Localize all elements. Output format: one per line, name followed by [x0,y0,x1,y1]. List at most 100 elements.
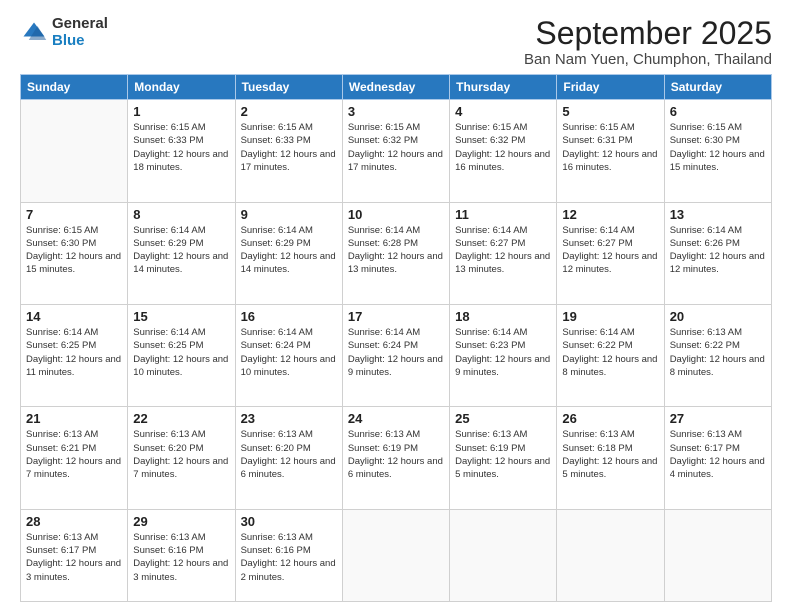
day-info: Sunrise: 6:13 AMSunset: 6:17 PMDaylight:… [26,531,122,584]
col-friday: Friday [557,75,664,100]
table-row: 14 Sunrise: 6:14 AMSunset: 6:25 PMDaylig… [21,305,128,407]
table-row: 7 Sunrise: 6:15 AMSunset: 6:30 PMDayligh… [21,202,128,304]
table-row: 17 Sunrise: 6:14 AMSunset: 6:24 PMDaylig… [342,305,449,407]
title-month: September 2025 [524,16,772,51]
table-row: 10 Sunrise: 6:14 AMSunset: 6:28 PMDaylig… [342,202,449,304]
day-info: Sunrise: 6:13 AMSunset: 6:21 PMDaylight:… [26,428,122,481]
day-number: 6 [670,104,766,119]
table-row: 3 Sunrise: 6:15 AMSunset: 6:32 PMDayligh… [342,100,449,202]
col-monday: Monday [128,75,235,100]
day-number: 16 [241,309,337,324]
day-number: 27 [670,411,766,426]
table-row: 6 Sunrise: 6:15 AMSunset: 6:30 PMDayligh… [664,100,771,202]
day-number: 23 [241,411,337,426]
table-row: 18 Sunrise: 6:14 AMSunset: 6:23 PMDaylig… [450,305,557,407]
table-row: 27 Sunrise: 6:13 AMSunset: 6:17 PMDaylig… [664,407,771,509]
day-info: Sunrise: 6:14 AMSunset: 6:25 PMDaylight:… [133,326,229,379]
day-info: Sunrise: 6:14 AMSunset: 6:28 PMDaylight:… [348,224,444,277]
logo-general: General [52,16,108,33]
table-row: 19 Sunrise: 6:14 AMSunset: 6:22 PMDaylig… [557,305,664,407]
title-location: Ban Nam Yuen, Chumphon, Thailand [524,51,772,68]
day-number: 25 [455,411,551,426]
logo-blue: Blue [52,33,108,50]
day-number: 5 [562,104,658,119]
day-info: Sunrise: 6:13 AMSunset: 6:20 PMDaylight:… [133,428,229,481]
table-row: 5 Sunrise: 6:15 AMSunset: 6:31 PMDayligh… [557,100,664,202]
table-row: 22 Sunrise: 6:13 AMSunset: 6:20 PMDaylig… [128,407,235,509]
table-row [342,509,449,601]
page: General Blue September 2025 Ban Nam Yuen… [0,0,792,612]
day-info: Sunrise: 6:15 AMSunset: 6:31 PMDaylight:… [562,121,658,174]
table-row: 12 Sunrise: 6:14 AMSunset: 6:27 PMDaylig… [557,202,664,304]
day-info: Sunrise: 6:14 AMSunset: 6:24 PMDaylight:… [348,326,444,379]
table-row: 2 Sunrise: 6:15 AMSunset: 6:33 PMDayligh… [235,100,342,202]
logo: General Blue [20,16,108,49]
day-number: 2 [241,104,337,119]
day-number: 18 [455,309,551,324]
day-number: 9 [241,207,337,222]
logo-text: General Blue [52,16,108,49]
calendar-table: Sunday Monday Tuesday Wednesday Thursday… [20,74,772,602]
day-info: Sunrise: 6:15 AMSunset: 6:30 PMDaylight:… [26,224,122,277]
table-row [664,509,771,601]
day-info: Sunrise: 6:13 AMSunset: 6:20 PMDaylight:… [241,428,337,481]
day-info: Sunrise: 6:15 AMSunset: 6:32 PMDaylight:… [455,121,551,174]
col-saturday: Saturday [664,75,771,100]
day-info: Sunrise: 6:13 AMSunset: 6:16 PMDaylight:… [133,531,229,584]
day-number: 1 [133,104,229,119]
day-info: Sunrise: 6:14 AMSunset: 6:23 PMDaylight:… [455,326,551,379]
day-number: 14 [26,309,122,324]
table-row: 4 Sunrise: 6:15 AMSunset: 6:32 PMDayligh… [450,100,557,202]
day-info: Sunrise: 6:14 AMSunset: 6:24 PMDaylight:… [241,326,337,379]
day-number: 15 [133,309,229,324]
table-row: 21 Sunrise: 6:13 AMSunset: 6:21 PMDaylig… [21,407,128,509]
day-info: Sunrise: 6:14 AMSunset: 6:25 PMDaylight:… [26,326,122,379]
day-info: Sunrise: 6:14 AMSunset: 6:29 PMDaylight:… [241,224,337,277]
table-row: 30 Sunrise: 6:13 AMSunset: 6:16 PMDaylig… [235,509,342,601]
table-row [21,100,128,202]
table-row: 13 Sunrise: 6:14 AMSunset: 6:26 PMDaylig… [664,202,771,304]
day-info: Sunrise: 6:13 AMSunset: 6:22 PMDaylight:… [670,326,766,379]
table-row: 8 Sunrise: 6:14 AMSunset: 6:29 PMDayligh… [128,202,235,304]
day-number: 11 [455,207,551,222]
day-number: 3 [348,104,444,119]
day-info: Sunrise: 6:15 AMSunset: 6:30 PMDaylight:… [670,121,766,174]
day-info: Sunrise: 6:14 AMSunset: 6:29 PMDaylight:… [133,224,229,277]
table-row: 28 Sunrise: 6:13 AMSunset: 6:17 PMDaylig… [21,509,128,601]
day-number: 26 [562,411,658,426]
day-info: Sunrise: 6:14 AMSunset: 6:26 PMDaylight:… [670,224,766,277]
day-number: 8 [133,207,229,222]
table-row [557,509,664,601]
day-number: 10 [348,207,444,222]
day-info: Sunrise: 6:14 AMSunset: 6:22 PMDaylight:… [562,326,658,379]
table-row [450,509,557,601]
table-row: 11 Sunrise: 6:14 AMSunset: 6:27 PMDaylig… [450,202,557,304]
day-number: 13 [670,207,766,222]
table-row: 15 Sunrise: 6:14 AMSunset: 6:25 PMDaylig… [128,305,235,407]
col-thursday: Thursday [450,75,557,100]
table-row: 26 Sunrise: 6:13 AMSunset: 6:18 PMDaylig… [557,407,664,509]
col-tuesday: Tuesday [235,75,342,100]
day-number: 24 [348,411,444,426]
col-sunday: Sunday [21,75,128,100]
day-info: Sunrise: 6:13 AMSunset: 6:19 PMDaylight:… [455,428,551,481]
table-row: 1 Sunrise: 6:15 AMSunset: 6:33 PMDayligh… [128,100,235,202]
day-number: 17 [348,309,444,324]
day-info: Sunrise: 6:13 AMSunset: 6:19 PMDaylight:… [348,428,444,481]
day-number: 22 [133,411,229,426]
day-number: 4 [455,104,551,119]
table-row: 25 Sunrise: 6:13 AMSunset: 6:19 PMDaylig… [450,407,557,509]
logo-icon [20,19,48,47]
day-info: Sunrise: 6:15 AMSunset: 6:33 PMDaylight:… [241,121,337,174]
table-row: 23 Sunrise: 6:13 AMSunset: 6:20 PMDaylig… [235,407,342,509]
day-info: Sunrise: 6:13 AMSunset: 6:16 PMDaylight:… [241,531,337,584]
table-row: 16 Sunrise: 6:14 AMSunset: 6:24 PMDaylig… [235,305,342,407]
table-row: 20 Sunrise: 6:13 AMSunset: 6:22 PMDaylig… [664,305,771,407]
day-info: Sunrise: 6:13 AMSunset: 6:17 PMDaylight:… [670,428,766,481]
day-number: 20 [670,309,766,324]
table-row: 9 Sunrise: 6:14 AMSunset: 6:29 PMDayligh… [235,202,342,304]
header: General Blue September 2025 Ban Nam Yuen… [20,16,772,68]
day-number: 21 [26,411,122,426]
day-number: 12 [562,207,658,222]
day-info: Sunrise: 6:15 AMSunset: 6:33 PMDaylight:… [133,121,229,174]
